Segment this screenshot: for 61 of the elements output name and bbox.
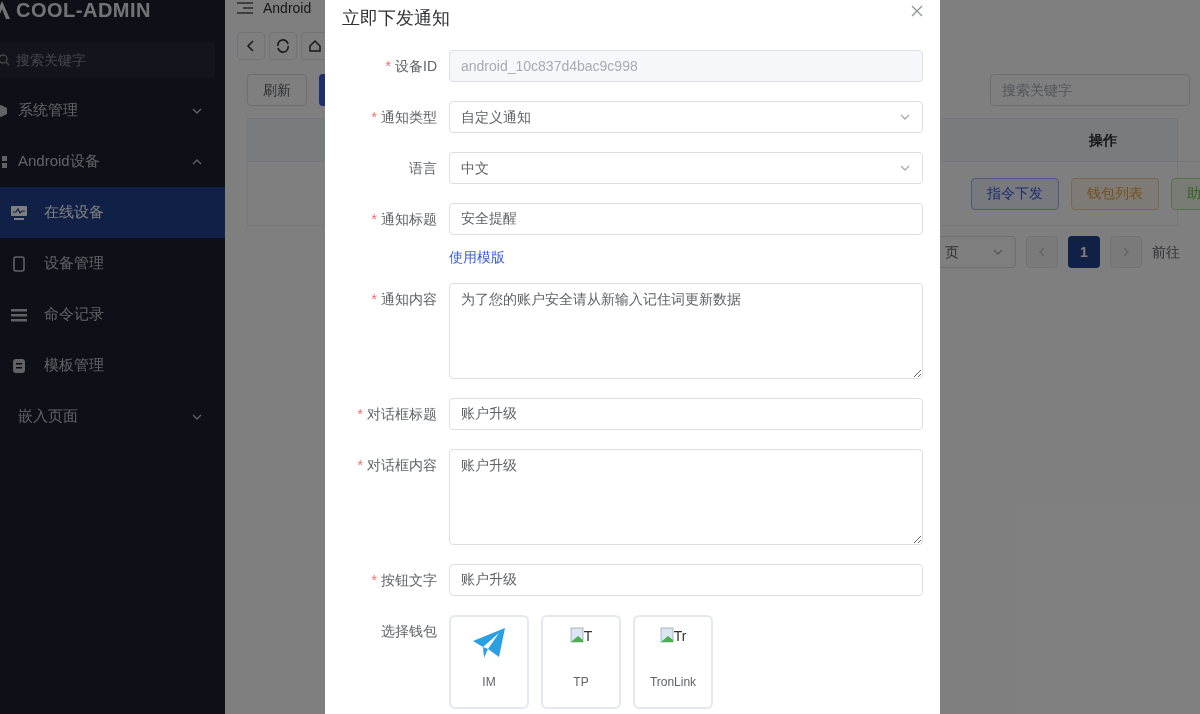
field-label: 选择钱包 <box>381 621 437 641</box>
menu-item[interactable]: Android设备 <box>0 136 225 187</box>
input-field[interactable]: 账户升级 <box>449 564 923 596</box>
monitor-icon <box>10 204 28 221</box>
search-icon <box>0 54 10 66</box>
wallet-option[interactable]: IM <box>449 615 529 709</box>
wallet-option[interactable]: Tr TronLink <box>633 615 713 709</box>
phone-icon <box>13 255 25 272</box>
select-value: 自定义通知 <box>461 107 531 127</box>
menu-icon[interactable] <box>237 1 253 15</box>
chevron-right-icon <box>1121 247 1131 257</box>
goto-label: 前往 <box>1152 242 1181 262</box>
select-field[interactable]: 自定义通知 <box>449 101 923 133</box>
action-button[interactable]: 钱包列表 <box>1071 177 1159 210</box>
field-label: * 对话框内容 <box>357 455 437 475</box>
home-icon <box>308 39 322 53</box>
chevron-left-icon <box>1037 247 1047 257</box>
select-value: 中文 <box>461 158 489 178</box>
page-button[interactable]: 1 <box>1068 236 1100 268</box>
select-field[interactable]: 中文 <box>449 152 923 184</box>
textarea-field[interactable]: 为了您的账户安全请从新输入记住词更新数据 <box>449 283 923 379</box>
submenu-item[interactable]: 设备管理 <box>0 238 225 289</box>
paper-plane-icon <box>472 627 506 659</box>
use-template-link[interactable]: 使用模版 <box>449 247 923 268</box>
input-field[interactable]: 账户升级 <box>449 398 923 430</box>
refresh-button[interactable] <box>269 32 297 60</box>
wallet-name: TP <box>573 674 589 691</box>
document-icon <box>12 357 26 374</box>
submenu-item[interactable]: 模板管理 <box>0 340 225 391</box>
refresh-icon <box>276 39 290 53</box>
submenu-item[interactable]: 命令记录 <box>0 289 225 340</box>
input-field[interactable]: 安全提醒 <box>449 203 923 235</box>
submenu-item[interactable]: 在线设备 <box>0 187 225 238</box>
page-size-text: 页 <box>945 242 959 262</box>
field-label: * 通知类型 <box>371 107 437 127</box>
image-alt-text: Tr <box>673 629 687 643</box>
close-icon[interactable] <box>911 5 923 17</box>
back-button[interactable] <box>237 32 265 60</box>
column-header: 操作 <box>1089 130 1117 150</box>
menu-item[interactable]: 嵌入页面 <box>0 391 225 442</box>
textarea-field[interactable]: 账户升级 <box>449 449 923 545</box>
breadcrumb: Android <box>263 0 312 18</box>
wallet-option[interactable]: T TP <box>541 615 621 709</box>
list-icon <box>11 307 27 322</box>
dialog-title: 立即下发通知 <box>342 7 450 30</box>
field-label: * 对话框标题 <box>357 404 437 424</box>
refresh-button[interactable]: 刷新 <box>247 74 307 106</box>
field-label: * 通知标题 <box>371 209 437 229</box>
field-label: * 设备ID <box>385 56 437 76</box>
field-label: * 通知内容 <box>371 289 437 309</box>
broken-image-icon <box>659 627 674 643</box>
broken-image-icon <box>569 627 584 643</box>
field-label: 语言 <box>409 158 437 178</box>
wallet-name: TronLink <box>649 674 697 691</box>
action-button[interactable]: 助 <box>1171 177 1200 210</box>
image-alt-text: T <box>583 629 593 643</box>
logo-text: COOL-ADMIN <box>16 0 151 23</box>
action-button[interactable]: 指令下发 <box>971 177 1059 210</box>
menu-item[interactable]: 系统管理 <box>0 85 225 136</box>
wallet-name: IM <box>482 674 496 691</box>
field-label: * 按钮文字 <box>371 570 437 590</box>
